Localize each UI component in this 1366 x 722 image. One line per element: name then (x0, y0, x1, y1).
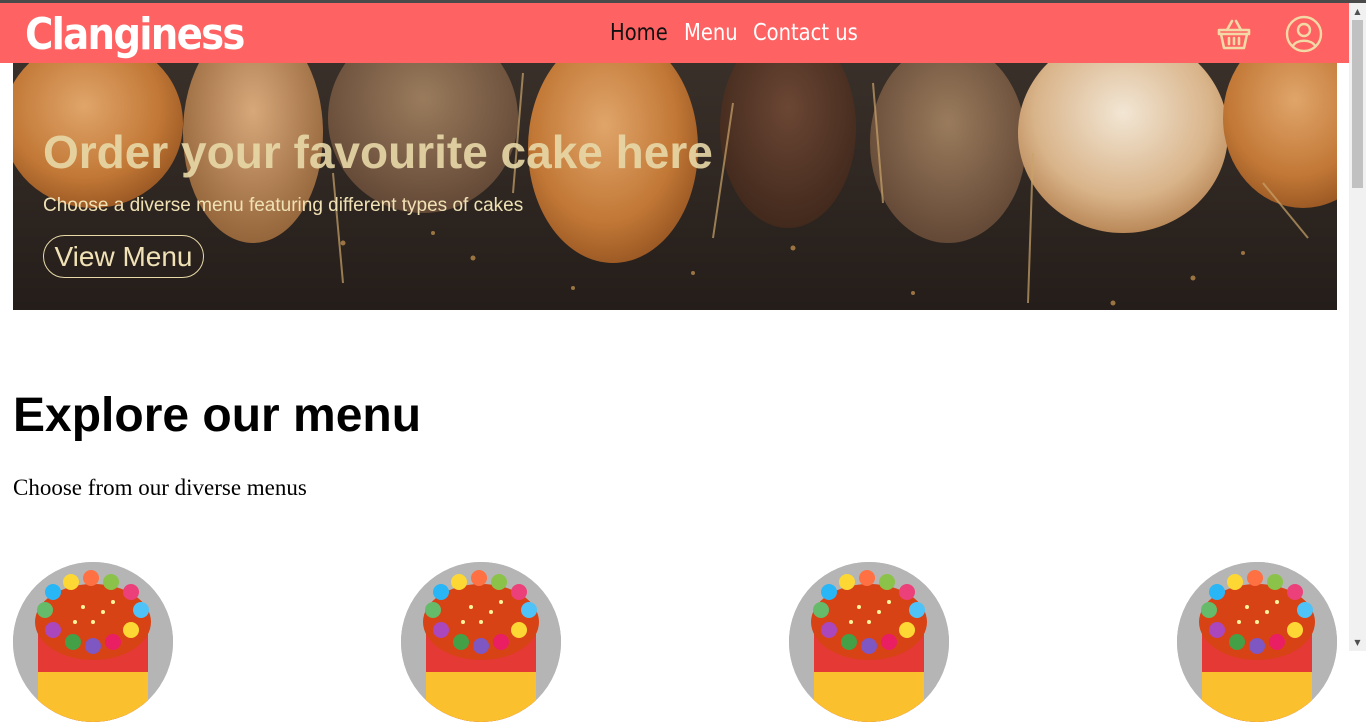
menu-item-4-image[interactable] (1177, 562, 1337, 722)
rainbow-cake-image (789, 562, 949, 722)
scrollbar-thumb[interactable] (1352, 20, 1363, 188)
bread-background-image (13, 63, 1337, 310)
section-title: Explore our menu (13, 389, 422, 442)
menu-item-2-image[interactable] (401, 562, 561, 722)
nav-links: Home Menu Contact us (610, 3, 862, 63)
scroll-down-arrow-icon[interactable]: ▼ (1349, 634, 1366, 651)
user-icon[interactable] (1285, 15, 1323, 53)
rainbow-cake-image (1177, 562, 1337, 722)
hero-banner: Order your favourite cake here Choose a … (13, 63, 1337, 310)
nav-link-home[interactable]: Home (610, 20, 668, 46)
scroll-up-arrow-icon[interactable]: ▲ (1349, 3, 1366, 20)
brand-logo[interactable]: Clanginess (25, 5, 245, 65)
menu-item-1-image[interactable] (13, 562, 173, 722)
hero-subtitle: Choose a diverse menu featuring differen… (43, 195, 524, 216)
view-menu-button[interactable]: View Menu (43, 235, 204, 278)
menu-item-3-image[interactable] (789, 562, 949, 722)
nav-link-contact[interactable]: Contact us (753, 20, 858, 46)
vertical-scrollbar[interactable]: ▲ ▼ (1349, 3, 1366, 651)
nav-link-menu[interactable]: Menu (684, 20, 738, 46)
hero-title: Order your favourite cake here (43, 126, 713, 178)
basket-icon[interactable] (1216, 16, 1252, 52)
section-subtitle: Choose from our diverse menus (13, 475, 307, 500)
rainbow-cake-image (13, 562, 173, 722)
navbar: Clanginess Home Menu Contact us (0, 3, 1349, 63)
rainbow-cake-image (401, 562, 561, 722)
